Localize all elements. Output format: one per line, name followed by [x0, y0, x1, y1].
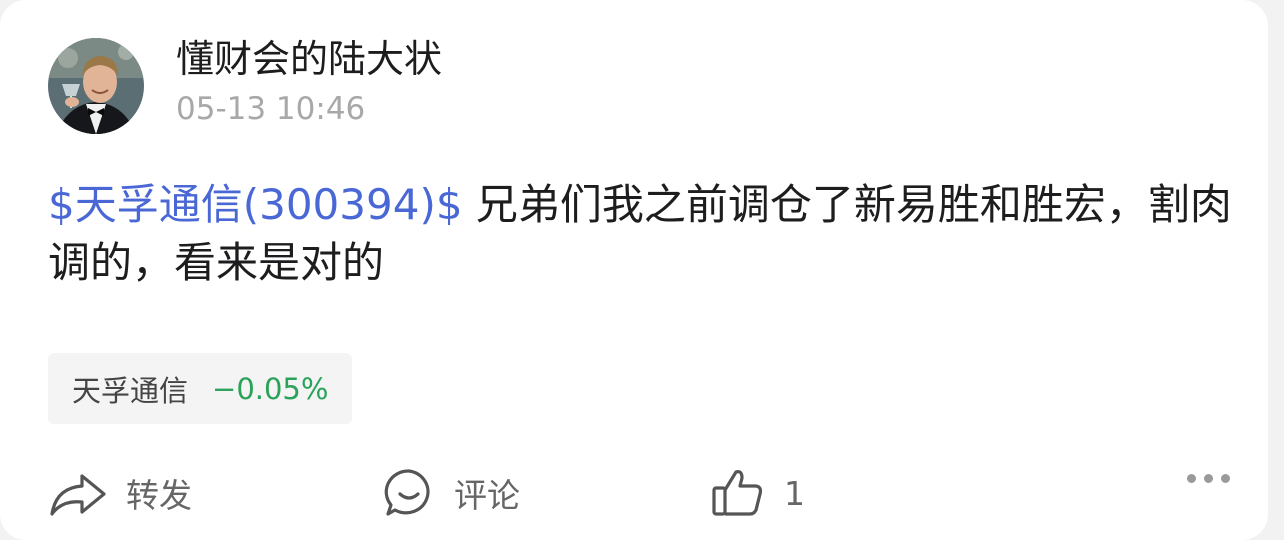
stock-chip-name: 天孚通信 — [72, 373, 189, 408]
stock-quote-chip[interactable]: 天孚通信 −0.05% — [48, 353, 353, 424]
author-name[interactable]: 懂财会的陆大状 — [176, 36, 442, 82]
repost-button[interactable]: 转发 — [48, 458, 192, 528]
thumbs-up-icon — [712, 470, 763, 516]
more-dot — [1221, 474, 1230, 483]
comment-button[interactable]: 评论 — [382, 458, 520, 528]
post-timestamp: 05-13 10:46 — [176, 91, 366, 127]
post-content: $天孚通信(300394)$ 兄弟们我之前调仓了新易胜和胜宏，割肉调的，看来是对… — [48, 176, 1238, 292]
like-count: 1 — [784, 473, 805, 513]
more-icon[interactable] — [1187, 474, 1230, 483]
post-card: 懂财会的陆大状 05-13 10:46 $天孚通信(300394)$ 兄弟们我之… — [0, 0, 1268, 540]
action-bar: 转发 评论 1 — [0, 458, 1268, 528]
like-button[interactable]: 1 — [710, 458, 805, 528]
more-dot — [1187, 474, 1196, 483]
repost-label: 转发 — [126, 476, 192, 515]
share-icon — [50, 474, 106, 516]
more-dot — [1204, 474, 1213, 483]
comment-icon — [384, 469, 430, 516]
avatar[interactable] — [48, 38, 144, 134]
stock-link[interactable]: $天孚通信(300394)$ — [48, 180, 463, 229]
comment-label: 评论 — [454, 476, 520, 515]
stock-chip-change: −0.05% — [212, 371, 329, 406]
